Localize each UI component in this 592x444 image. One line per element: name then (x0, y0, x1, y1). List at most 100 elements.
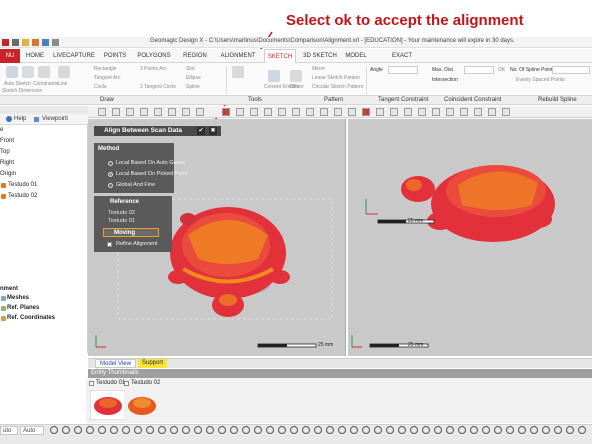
spline-tool[interactable]: Spline (186, 84, 200, 90)
auto-sketch-icon[interactable] (6, 66, 18, 78)
status-tool-icon[interactable] (362, 426, 370, 434)
status-tool-icon[interactable] (410, 426, 418, 434)
status-tool-icon[interactable] (290, 426, 298, 434)
method-option-picked-point[interactable]: Local Based On Picked Point (116, 171, 187, 177)
offset-icon[interactable] (290, 70, 302, 82)
status-tool-icon[interactable] (302, 426, 310, 434)
status-tool-icon[interactable] (242, 426, 250, 434)
status-tool-icon[interactable] (470, 426, 478, 434)
status-tool-icon[interactable] (398, 426, 406, 434)
file-tab[interactable]: NU (0, 49, 20, 63)
three-tangent-circle-tool[interactable]: 3 Tangent Circle (140, 84, 176, 90)
method-title[interactable]: Method (98, 146, 119, 152)
spline-points-option[interactable]: No. Of Spline Points (510, 67, 555, 73)
cancel-button[interactable]: ✖ (209, 127, 217, 135)
status-tool-icon[interactable] (134, 426, 142, 434)
reference-item[interactable]: Testudo 02 (108, 210, 135, 216)
status-tool-icon[interactable] (494, 426, 502, 434)
viewpoint-button[interactable]: Viewpoint (42, 116, 68, 122)
view-tool-icon[interactable] (292, 108, 300, 116)
status-tool-icon[interactable] (530, 426, 538, 434)
status-tool-icon[interactable] (170, 426, 178, 434)
status-tool-icon[interactable] (110, 426, 118, 434)
view-tool-icon[interactable] (278, 108, 286, 116)
status-tool-icon[interactable] (422, 426, 430, 434)
status-tool-icon[interactable] (458, 426, 466, 434)
status-tool-icon[interactable] (98, 426, 106, 434)
tree-item-right[interactable]: Right (0, 160, 14, 166)
moving-field[interactable]: Moving (103, 228, 159, 237)
status-tool-icon[interactable] (542, 426, 550, 434)
status-tool-icon[interactable] (446, 426, 454, 434)
tab-3d-sketch[interactable]: 3D SKETCH (300, 49, 340, 63)
reference-item[interactable]: Testudo 01 (108, 218, 135, 224)
view-tool-icon[interactable] (502, 108, 510, 116)
view-tool-icon[interactable] (334, 108, 342, 116)
method-option-global-fine[interactable]: Global And Fine (116, 182, 155, 188)
tab-polygons[interactable]: POLYGONS (134, 49, 174, 63)
tab-region[interactable]: REGION (178, 49, 212, 63)
thumbnail-testudo-01[interactable] (90, 390, 126, 420)
view-tool-icon[interactable] (320, 108, 328, 116)
status-tool-icon[interactable] (74, 426, 82, 434)
tab-model[interactable]: MODEL (342, 49, 370, 63)
tree-item[interactable]: e (0, 127, 3, 133)
refine-label[interactable]: Refine Alignment (116, 241, 158, 247)
status-tool-icon[interactable] (62, 426, 70, 434)
spline-points-field[interactable] (552, 66, 590, 74)
status-tool-icon[interactable] (434, 426, 442, 434)
status-tool-icon[interactable] (566, 426, 574, 434)
status-tool-icon[interactable] (386, 426, 394, 434)
view-tool-icon[interactable] (182, 108, 190, 116)
status-tool-icon[interactable] (122, 426, 130, 434)
evenly-spaced-option[interactable]: Evenly Spaced Points (516, 77, 565, 83)
tree-section-ref-coordinates[interactable]: Ref. Coordinates (7, 315, 55, 321)
view-tool-icon[interactable] (404, 108, 412, 116)
thumbnail-testudo-02[interactable] (124, 390, 160, 420)
refine-checkbox[interactable] (107, 242, 112, 247)
status-tool-icon[interactable] (230, 426, 238, 434)
tangent-arc-tool[interactable]: Tangent Arc (94, 75, 120, 81)
view-tool-icon[interactable] (348, 108, 356, 116)
new-file-icon[interactable] (12, 39, 19, 46)
tree-item-testudo-01[interactable]: Testudo 01 (8, 182, 37, 188)
status-tool-icon[interactable] (326, 426, 334, 434)
view-tool-icon[interactable] (98, 108, 106, 116)
ok-button[interactable]: ✔ (197, 127, 205, 135)
tab-points[interactable]: POINTS (100, 49, 130, 63)
status-tool-icon[interactable] (518, 426, 526, 434)
status-tool-icon[interactable] (350, 426, 358, 434)
reference-title[interactable]: Reference (110, 199, 139, 205)
method-option-auto-guess[interactable]: Local Based On Auto Guess (116, 160, 185, 166)
status-field-2[interactable]: Auto (20, 426, 44, 435)
undo-icon[interactable] (52, 39, 59, 46)
tree-item-origin[interactable]: Origin (0, 171, 16, 177)
constraints-icon[interactable] (38, 66, 50, 78)
tab-alignment[interactable]: ALIGNMENT (216, 49, 260, 63)
tab-sketch[interactable]: SKETCH (264, 49, 296, 63)
tree-section-ref-planes[interactable]: Ref. Planes (7, 305, 39, 311)
view-tool-icon[interactable] (236, 108, 244, 116)
line-icon[interactable] (58, 66, 70, 78)
tab-livecapture[interactable]: LIVECAPTURE (52, 49, 96, 63)
rectangle-tool[interactable]: Rectangle (94, 66, 117, 72)
thumbnail-checkbox[interactable] (124, 381, 129, 386)
view-tool-icon[interactable] (264, 108, 272, 116)
status-tool-icon[interactable] (482, 426, 490, 434)
angle-field[interactable] (388, 66, 418, 74)
tree-item-front[interactable]: Front (0, 138, 14, 144)
tree-item-top[interactable]: Top (0, 149, 10, 155)
tab-support[interactable]: Support (138, 359, 168, 368)
view-tool-icon[interactable] (376, 108, 384, 116)
thumbnail-checkbox[interactable] (89, 381, 94, 386)
tab-exact-surfacing[interactable]: EXACT SURFACING (374, 49, 430, 73)
view-tool-icon[interactable] (446, 108, 454, 116)
select-mode-icon[interactable] (362, 108, 370, 116)
convert-entities-icon[interactable] (268, 70, 280, 82)
view-tool-icon[interactable] (196, 108, 204, 116)
ellipse-tool[interactable]: Ellipse (186, 75, 201, 81)
view-tool-icon[interactable] (168, 108, 176, 116)
status-tool-icon[interactable] (578, 426, 586, 434)
three-point-arc-tool[interactable]: 3 Points Arc (140, 66, 167, 72)
method-radio-auto-guess[interactable] (108, 161, 113, 166)
